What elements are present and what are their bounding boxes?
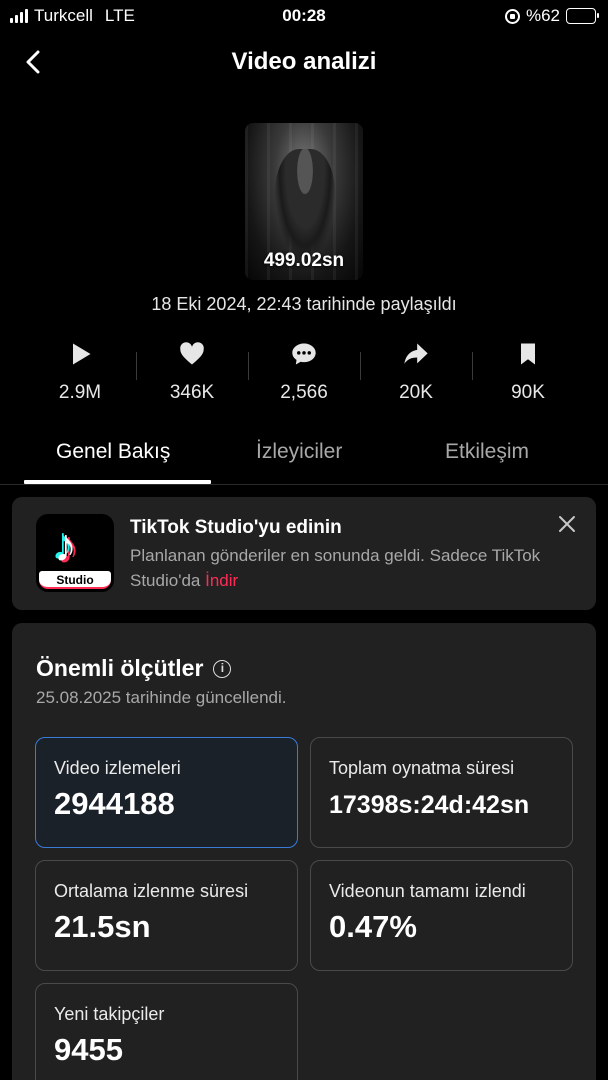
stat-value: 346K <box>169 382 215 403</box>
bookmark-icon <box>521 343 535 365</box>
promo-text: Planlanan gönderiler en sonunda geldi. S… <box>130 546 541 590</box>
video-duration: 499.02sn <box>263 250 345 271</box>
orientation-lock-icon <box>504 8 520 24</box>
metrics-updated: 25.08.2025 tarihinde güncellendi. <box>36 688 287 707</box>
stat-shares: 20K <box>360 340 472 410</box>
promo-description: Planlanan gönderiler en sonunda geldi. S… <box>130 543 550 593</box>
metric-label: Ortalama izlenme süresi <box>54 881 249 901</box>
status-bar: Turkcell LTE 00:28 %62 ⚡ <box>0 0 608 32</box>
thumbnail-figure <box>275 149 335 259</box>
metric-tile-video-views[interactable]: Video izlemeleri 2944188 <box>35 737 298 848</box>
status-right: %62 ⚡ <box>504 6 599 26</box>
metric-value: 17398s:24d:42sn <box>329 791 530 819</box>
battery-charging-icon: ⚡ <box>566 7 599 24</box>
stat-value: 90K <box>511 382 545 403</box>
info-icon[interactable]: i <box>213 659 232 678</box>
battery-percent: %62 <box>525 6 560 25</box>
metric-value: 2944188 <box>54 786 175 821</box>
video-thumbnail[interactable]: 499.02sn <box>245 123 363 280</box>
key-metrics-card: Önemli ölçütler i 25.08.2025 tarihinde g… <box>12 623 596 1080</box>
stat-likes: 346K <box>136 340 248 410</box>
metric-value: 9455 <box>54 1032 123 1067</box>
close-icon[interactable] <box>558 515 576 533</box>
metric-tile-full-video-watched[interactable]: Videonun tamamı izlendi 0.47% <box>310 860 573 971</box>
play-icon <box>73 343 91 365</box>
tab-viewers[interactable]: İzleyiciler <box>256 440 342 464</box>
tab-engagement[interactable]: Etkileşim <box>445 440 529 464</box>
stat-value: 2.9M <box>58 382 102 403</box>
metric-value: 21.5sn <box>54 909 151 944</box>
metric-tile-total-watch-time[interactable]: Toplam oynatma süresi 17398s:24d:42sn <box>310 737 573 848</box>
studio-promo-card: ♪ Studio TikTok Studio'yu edinin Planlan… <box>12 497 596 610</box>
posted-date: 18 Eki 2024, 22:43 tarihinde paylaşıldı <box>151 294 457 314</box>
comment-icon <box>292 343 316 365</box>
tab-overview[interactable]: Genel Bakış <box>56 440 170 464</box>
header: Video analizi <box>0 40 608 84</box>
metric-label: Videonun tamamı izlendi <box>329 881 526 901</box>
metric-label: Yeni takipçiler <box>54 1004 165 1024</box>
download-link[interactable]: İndir <box>205 571 238 590</box>
metrics-title: Önemli ölçütler <box>36 655 204 681</box>
promo-title: TikTok Studio'yu edinin <box>130 517 342 538</box>
metric-tile-new-followers[interactable]: Yeni takipçiler 9455 <box>35 983 298 1080</box>
logo-label: Studio <box>39 571 111 589</box>
metric-label: Video izlemeleri <box>54 758 181 778</box>
tab-bar: Genel Bakış İzleyiciler Etkileşim <box>0 440 608 485</box>
heart-icon <box>180 342 204 365</box>
metric-label: Toplam oynatma süresi <box>329 758 515 778</box>
stat-value: 20K <box>399 382 433 403</box>
metric-tile-average-watch-time[interactable]: Ortalama izlenme süresi 21.5sn <box>35 860 298 971</box>
stats-row: 2.9M 346K 2,566 20K 90K <box>24 340 584 410</box>
metric-value: 0.47% <box>329 909 417 944</box>
tiktok-studio-logo: ♪ Studio <box>36 514 114 592</box>
stat-views: 2.9M <box>24 340 136 410</box>
active-tab-indicator <box>24 480 211 484</box>
stat-comments: 2,566 <box>248 340 360 410</box>
metrics-title-row: Önemli ölçütler i <box>36 655 232 682</box>
stat-saves: 90K <box>472 340 584 410</box>
page-title: Video analizi <box>231 48 377 75</box>
share-icon <box>404 343 428 364</box>
music-note-icon: ♪ <box>54 519 77 571</box>
stat-value: 2,566 <box>280 382 328 403</box>
